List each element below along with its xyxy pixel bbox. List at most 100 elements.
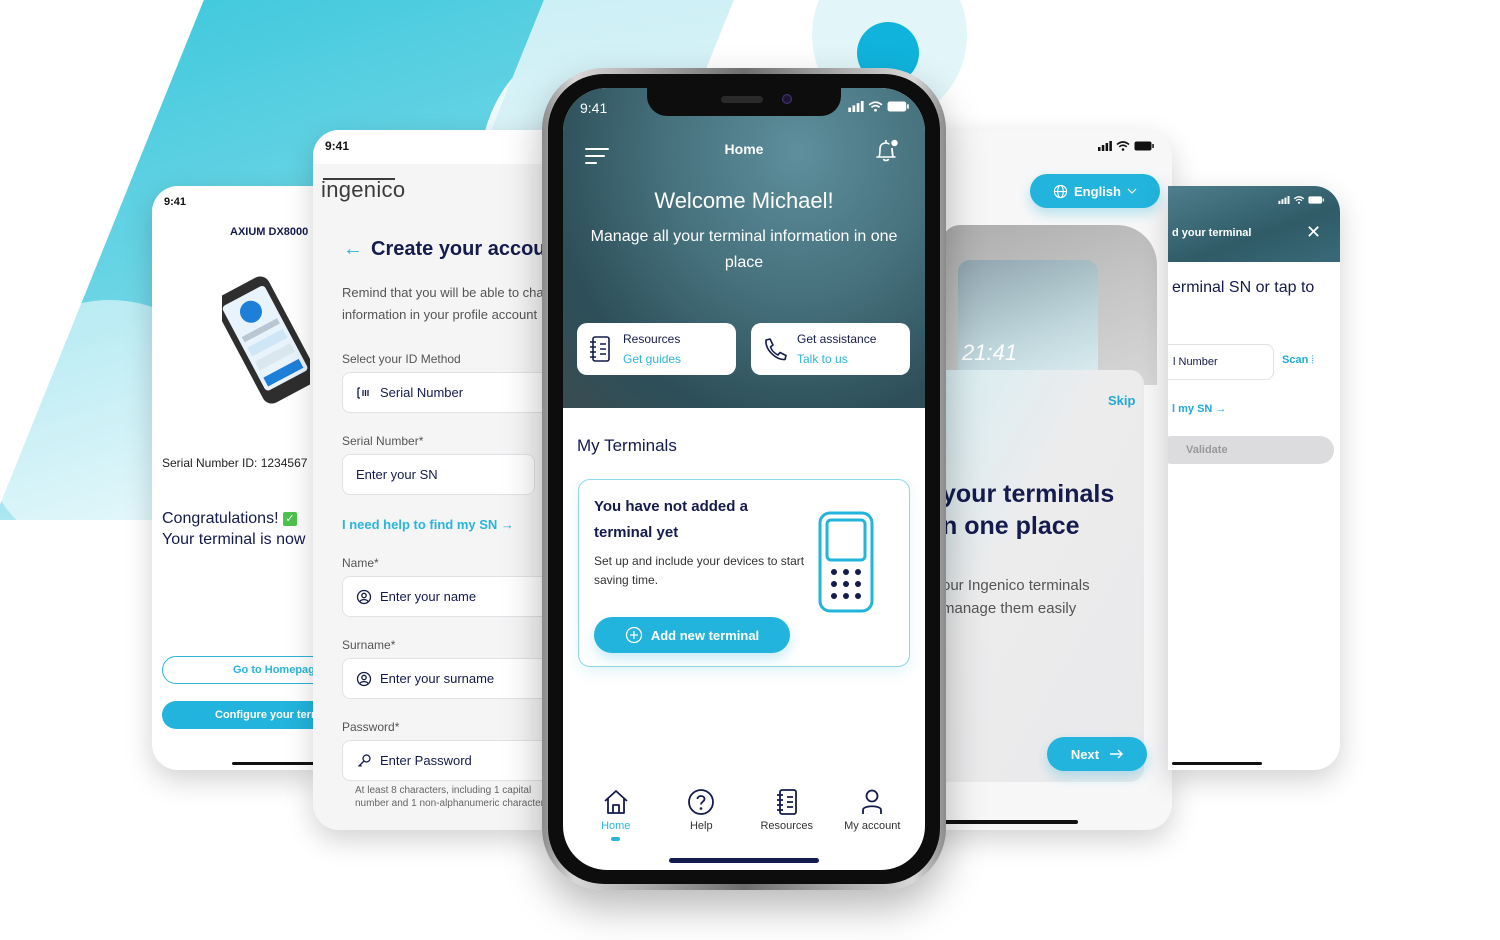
barcode-icon: ⦙ bbox=[1311, 354, 1314, 366]
signal-icon bbox=[1098, 141, 1112, 151]
status-icons bbox=[1098, 141, 1154, 151]
onboarding-headline: your terminals n one place bbox=[942, 478, 1114, 542]
validate-button[interactable]: Validate bbox=[1168, 436, 1334, 464]
headline-line: n one place bbox=[942, 512, 1080, 540]
terminal-device-image bbox=[222, 276, 310, 404]
quick-link-subtitle: Talk to us bbox=[797, 352, 848, 366]
language-value: English bbox=[1074, 183, 1121, 199]
get-assistance-quick-link[interactable]: Get assistance Talk to us bbox=[751, 323, 910, 375]
active-tab-indicator bbox=[611, 837, 621, 841]
tab-help[interactable]: Help bbox=[661, 788, 741, 848]
phone-frame: 9:41 Home Welcome Michael! Manage all yo… bbox=[542, 68, 946, 890]
serial-number-placeholder: Enter your SN bbox=[356, 467, 438, 482]
add-new-terminal-button[interactable]: Add new terminal bbox=[594, 617, 790, 653]
notebook-icon bbox=[776, 789, 797, 815]
tab-label: Home bbox=[601, 820, 631, 832]
terminal-illustration-icon bbox=[818, 511, 874, 613]
status-time: 9:41 bbox=[580, 100, 608, 116]
empty-terminals-card: You have not added a terminal yet Set up… bbox=[578, 479, 910, 667]
wifi-icon bbox=[1293, 196, 1305, 204]
help-icon bbox=[688, 789, 715, 815]
surname-placeholder: Enter your surname bbox=[380, 671, 495, 686]
section-title: My Terminals bbox=[577, 436, 677, 455]
name-label: Name* bbox=[342, 556, 379, 570]
language-selector[interactable]: English bbox=[1030, 174, 1160, 208]
subtitle-line: our Ingenico terminals bbox=[942, 577, 1090, 594]
empty-state-title: You have not added a terminal yet bbox=[594, 498, 748, 541]
close-icon[interactable]: ✕ bbox=[1306, 222, 1321, 242]
home-indicator bbox=[1172, 762, 1262, 765]
home-indicator bbox=[942, 820, 1078, 824]
globe-icon bbox=[1053, 184, 1068, 198]
instruction-text: erminal SN or tap to bbox=[1172, 279, 1315, 296]
name-input[interactable]: Enter your name bbox=[342, 576, 553, 617]
home-indicator bbox=[669, 858, 819, 863]
congrats-line: Your terminal is now bbox=[162, 531, 306, 548]
welcome-heading: Welcome Michael! bbox=[654, 188, 834, 213]
id-method-select[interactable]: Serial Number bbox=[342, 372, 553, 413]
tab-my-account[interactable]: My account bbox=[832, 788, 912, 848]
status-icons bbox=[1278, 196, 1324, 204]
hint-line: number and 1 non-alphanumeric character bbox=[355, 798, 544, 809]
scan-button[interactable]: Scan ⦙ bbox=[1282, 354, 1314, 367]
serial-number-label: Serial Number* bbox=[342, 434, 424, 448]
congrats-message: Congratulations! ✓ Your terminal is now bbox=[162, 508, 305, 550]
resources-quick-link[interactable]: Resources Get guides bbox=[577, 323, 736, 375]
description-line: Remind that you will be able to change bbox=[342, 285, 553, 300]
help-find-sn-link[interactable]: l my SN → bbox=[1172, 403, 1226, 415]
onboarding-screen: English 21:41 Skip your terminals n one … bbox=[922, 130, 1172, 830]
barcode-icon bbox=[356, 385, 372, 401]
tab-home[interactable]: Home bbox=[576, 788, 656, 848]
surname-label: Surname* bbox=[342, 638, 396, 652]
subtitle-line: manage them easily bbox=[942, 600, 1077, 617]
notebook-icon bbox=[590, 336, 610, 362]
quick-link-title: Get assistance bbox=[797, 332, 877, 346]
page-title: Create your account bbox=[371, 238, 553, 260]
add-button-label: Add new terminal bbox=[650, 627, 760, 643]
notification-bell-icon[interactable] bbox=[871, 136, 901, 166]
signal-icon bbox=[1278, 196, 1290, 204]
next-button[interactable]: Next bbox=[1047, 737, 1147, 771]
id-method-value: Serial Number bbox=[380, 385, 464, 400]
id-method-label: Select your ID Method bbox=[342, 352, 461, 366]
configure-terminal-button[interactable]: Configure your terminal bbox=[162, 701, 320, 729]
empty-state-description: Set up and include your devices to start… bbox=[594, 554, 805, 587]
password-input[interactable]: Enter Password bbox=[342, 740, 553, 781]
add-terminal-screen: d your terminal ✕ erminal SN or tap to l… bbox=[1168, 186, 1340, 770]
success-screen: 9:41 AXIUM DX8000 Serial Number ID: 1234… bbox=[152, 186, 320, 770]
back-arrow-icon[interactable]: ← bbox=[343, 238, 363, 261]
quick-link-subtitle: Get guides bbox=[623, 352, 682, 366]
serial-number-input[interactable]: Enter your SN bbox=[342, 454, 535, 495]
tab-resources[interactable]: Resources bbox=[747, 788, 827, 848]
wifi-icon bbox=[868, 101, 883, 112]
status-icons bbox=[848, 101, 909, 112]
headline-line: your terminals bbox=[942, 480, 1115, 508]
camera bbox=[782, 94, 792, 104]
tab-label: My account bbox=[844, 820, 901, 832]
user-icon bbox=[862, 789, 883, 814]
arrow-right-icon bbox=[1110, 749, 1124, 759]
speaker bbox=[721, 96, 763, 103]
user-circle-icon bbox=[356, 589, 372, 605]
terminal-model: AXIUM DX8000 bbox=[230, 226, 309, 238]
surname-input[interactable]: Enter your surname bbox=[342, 658, 553, 699]
go-to-homepage-button[interactable]: Go to Homepage bbox=[162, 656, 320, 684]
battery-icon bbox=[1134, 141, 1154, 151]
create-account-screen: 9:41 ingenico ← Create your account Remi… bbox=[313, 130, 553, 830]
hint-line: At least 8 characters, including 1 capit… bbox=[355, 785, 532, 796]
user-circle-icon bbox=[356, 671, 372, 687]
battery-icon bbox=[1308, 196, 1324, 204]
welcome-subtitle: Manage all your terminal information in … bbox=[590, 228, 898, 271]
phone-icon bbox=[765, 338, 787, 361]
description-line: information in your profile account bbox=[342, 307, 538, 322]
skip-button[interactable]: Skip bbox=[1108, 393, 1135, 408]
wifi-icon bbox=[1116, 141, 1130, 151]
key-icon bbox=[356, 753, 372, 769]
congrats-line: Congratulations! bbox=[162, 510, 279, 527]
home-indicator bbox=[232, 762, 320, 765]
help-find-sn-link[interactable]: I need help to find my SN → bbox=[342, 517, 514, 532]
home-icon bbox=[604, 790, 628, 814]
battery-icon bbox=[887, 101, 909, 112]
serial-number-input[interactable]: l Number bbox=[1168, 344, 1274, 380]
tab-label: Help bbox=[689, 820, 713, 832]
